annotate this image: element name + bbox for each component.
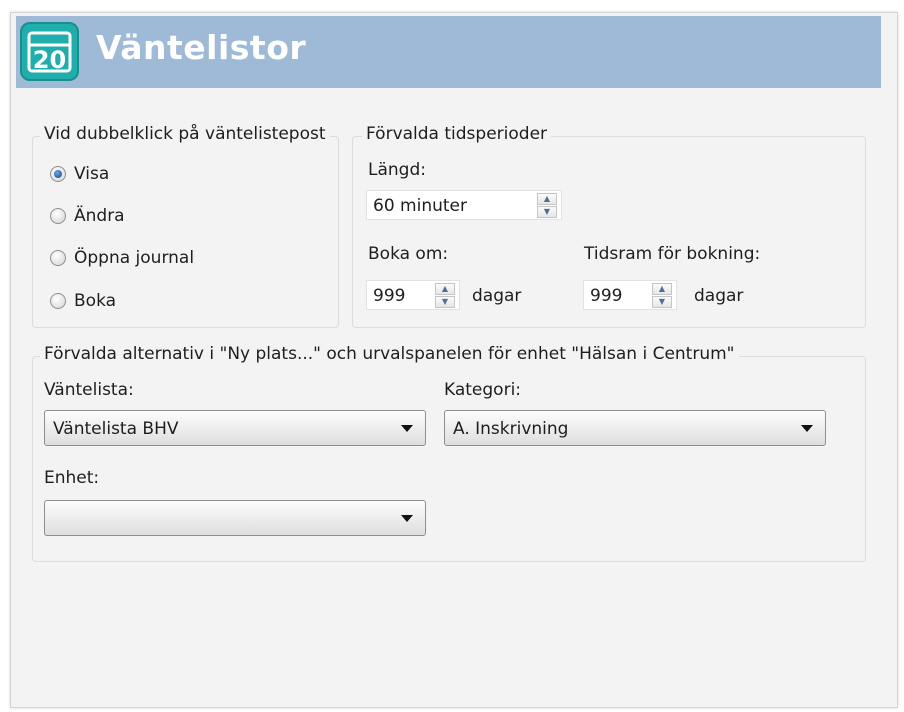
- length-label: Längd:: [368, 160, 426, 180]
- radio-andra[interactable]: [50, 208, 66, 224]
- double-click-legend: Vid dubbelklick på väntelistepost: [40, 124, 330, 144]
- unit-label: Enhet:: [44, 468, 100, 488]
- category-dropdown[interactable]: A. Inskrivning: [444, 410, 826, 446]
- radio-label-visa: Visa: [74, 164, 110, 184]
- rebook-spin-buttons: ▲ ▼: [435, 283, 455, 309]
- logo-text: 20: [33, 46, 66, 74]
- category-value: A. Inskrivning: [453, 419, 569, 439]
- header-bar: 20 Väntelistor: [16, 16, 881, 88]
- rebook-value: 999: [373, 286, 406, 306]
- radio-option-boka[interactable]: Boka: [50, 289, 116, 313]
- timeframe-value: 999: [590, 286, 623, 306]
- rebook-up-icon[interactable]: ▲: [435, 283, 455, 295]
- chevron-down-icon: [801, 425, 813, 432]
- chevron-down-icon: [401, 515, 413, 522]
- radio-option-visa[interactable]: Visa: [50, 162, 109, 186]
- timeframe-spin-buttons: ▲ ▼: [652, 283, 672, 309]
- rebook-label: Boka om:: [368, 244, 449, 264]
- radio-oppna-journal[interactable]: [50, 250, 66, 266]
- defaults-legend: Förvalda alternativ i "Ny plats..." och …: [40, 344, 739, 364]
- timeframe-down-icon[interactable]: ▼: [652, 296, 672, 308]
- timeframe-unit: dagar: [694, 286, 744, 306]
- radio-label-andra: Ändra: [74, 206, 125, 226]
- rebook-down-icon[interactable]: ▼: [435, 296, 455, 308]
- category-label: Kategori:: [444, 380, 522, 400]
- page-title: Väntelistor: [96, 28, 307, 67]
- periods-legend: Förvalda tidsperioder: [362, 124, 552, 144]
- length-value: 60 minuter: [373, 196, 467, 216]
- unit-dropdown[interactable]: [44, 500, 426, 536]
- radio-option-oppna-journal[interactable]: Öppna journal: [50, 246, 194, 270]
- waitlist-value: Väntelista BHV: [53, 419, 179, 439]
- chevron-down-icon: [401, 425, 413, 432]
- radio-visa[interactable]: [50, 166, 66, 182]
- rebook-unit: dagar: [472, 286, 522, 306]
- calendar-20-icon: 20: [20, 22, 79, 81]
- timeframe-stepper[interactable]: 999 ▲ ▼: [583, 280, 677, 310]
- length-stepper[interactable]: 60 minuter ▲ ▼: [366, 190, 562, 220]
- radio-option-andra[interactable]: Ändra: [50, 204, 125, 228]
- length-spin-buttons: ▲ ▼: [537, 193, 557, 219]
- rebook-stepper[interactable]: 999 ▲ ▼: [366, 280, 460, 310]
- timeframe-label: Tidsram för bokning:: [584, 244, 761, 264]
- waitlist-dropdown[interactable]: Väntelista BHV: [44, 410, 426, 446]
- radio-label-boka: Boka: [74, 291, 117, 311]
- waitlist-label: Väntelista:: [44, 380, 134, 400]
- timeframe-up-icon[interactable]: ▲: [652, 283, 672, 295]
- length-up-icon[interactable]: ▲: [537, 193, 557, 205]
- length-down-icon[interactable]: ▼: [537, 206, 557, 218]
- radio-label-oppna-journal: Öppna journal: [74, 248, 195, 268]
- radio-boka[interactable]: [50, 293, 66, 309]
